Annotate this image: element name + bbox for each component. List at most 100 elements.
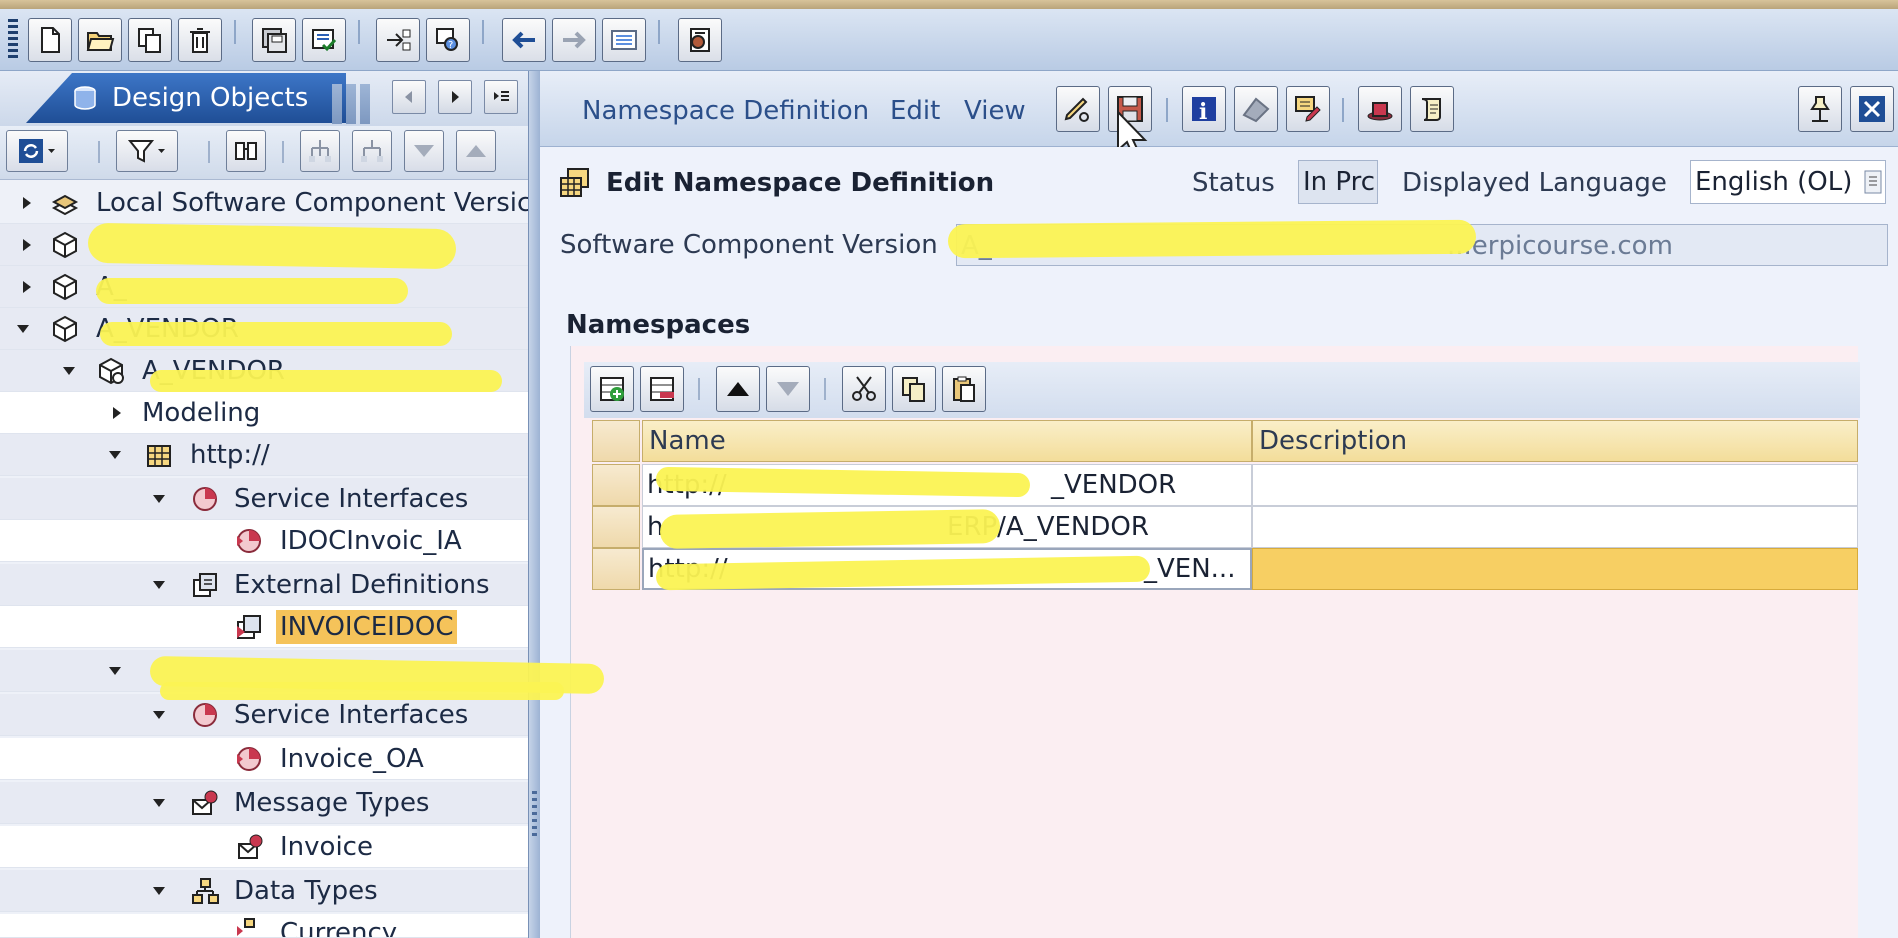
collapse-arrow-icon[interactable]	[152, 578, 166, 592]
tab-stub[interactable]	[346, 84, 356, 124]
collapse-arrow-icon[interactable]	[62, 364, 76, 378]
collapse-arrow-icon[interactable]	[16, 322, 30, 336]
tree-item-service-interfaces[interactable]: Service Interfaces	[0, 694, 528, 736]
tree-item-service-interfaces[interactable]: Service Interfaces	[0, 478, 528, 520]
tab-stub[interactable]	[360, 84, 370, 124]
copy-button[interactable]	[128, 18, 172, 62]
status-label: Status	[1192, 168, 1275, 198]
tab-stub[interactable]	[332, 84, 342, 124]
forward-button[interactable]	[552, 18, 596, 62]
collapse-arrow-icon[interactable]	[108, 664, 122, 678]
row-selector[interactable]	[592, 464, 640, 506]
collapse-arrow-icon[interactable]	[152, 708, 166, 722]
back-button[interactable]	[502, 18, 546, 62]
search-object-button[interactable]: ?	[426, 18, 470, 62]
filter-dropdown-button[interactable]	[116, 130, 178, 172]
tree-item-message-types[interactable]: Message Types	[0, 782, 528, 824]
cut-button[interactable]	[842, 366, 886, 412]
expand-arrow-icon[interactable]	[110, 406, 124, 420]
test-button[interactable]	[1358, 86, 1402, 132]
expand-arrow-icon[interactable]	[20, 280, 34, 294]
status-value: In Prc	[1303, 167, 1376, 197]
history-button[interactable]	[1410, 86, 1454, 132]
tree-item-label: Service Interfaces	[234, 699, 469, 730]
window-top-strip	[0, 0, 1898, 9]
navigate-button[interactable]	[376, 18, 420, 62]
tab-design-objects[interactable]: Design Objects	[26, 73, 346, 123]
check-button[interactable]	[302, 18, 346, 62]
tree-item-data-types[interactable]: Data Types	[0, 870, 528, 912]
displayed-language-select[interactable]: English (OL)	[1690, 160, 1886, 204]
delete-row-button[interactable]	[640, 366, 684, 412]
delete-button[interactable]	[178, 18, 222, 62]
open-folder-button[interactable]	[78, 18, 122, 62]
service-interface-outbound-icon	[237, 746, 261, 771]
menu-namespace-definition[interactable]: Namespace Definition	[582, 96, 869, 126]
menu-edit[interactable]: Edit	[890, 96, 940, 126]
edit-toggle-button[interactable]	[1056, 86, 1100, 132]
column-header-name[interactable]: Name	[642, 420, 1252, 462]
message-type-icon	[192, 790, 218, 815]
insert-row-button[interactable]	[590, 366, 634, 412]
menu-view[interactable]: View	[964, 96, 1026, 126]
collapse-arrow-icon[interactable]	[108, 448, 122, 462]
expand-arrow-icon[interactable]	[20, 238, 34, 252]
table-cell-description[interactable]	[1252, 464, 1858, 506]
tree-item-invoice-oa[interactable]: Invoice_OA	[0, 738, 528, 780]
tree-item-namespace[interactable]: http://	[0, 434, 528, 476]
list-button[interactable]	[602, 18, 646, 62]
expand-all-button[interactable]	[300, 130, 340, 172]
dropdown-icon[interactable]	[1863, 169, 1883, 195]
tab-list-button[interactable]	[484, 80, 518, 114]
settings-button[interactable]	[678, 18, 722, 62]
select-all-cell[interactable]	[592, 420, 640, 462]
panel-splitter[interactable]	[528, 71, 540, 938]
close-editor-button[interactable]	[1850, 86, 1894, 132]
info-icon: i	[1192, 97, 1216, 125]
move-row-up-button[interactable]	[716, 366, 760, 412]
tree-item-invoice[interactable]: Invoice	[0, 826, 528, 868]
table-cell-description-active[interactable]	[1252, 548, 1858, 590]
collapse-arrow-icon[interactable]	[152, 796, 166, 810]
table-cell-description[interactable]	[1252, 506, 1858, 548]
refresh-dropdown-button[interactable]	[6, 130, 68, 172]
toolbar-separator	[824, 378, 826, 400]
column-header-description-label: Description	[1259, 426, 1408, 456]
where-used-button[interactable]	[1286, 86, 1330, 132]
transport-button[interactable]	[1234, 86, 1278, 132]
tab-scroll-right-button[interactable]	[438, 80, 472, 114]
find-button[interactable]	[226, 130, 266, 172]
row-selector[interactable]	[592, 506, 640, 548]
info-button[interactable]: i	[1182, 86, 1226, 132]
tree-item-invoiceidoc[interactable]: INVOICEIDOC	[0, 606, 528, 648]
binoculars-icon	[235, 142, 257, 160]
scissors-icon	[852, 376, 876, 401]
pin-window-button[interactable]	[1798, 86, 1842, 132]
tree-item-local-software-component[interactable]: Local Software Component Versic	[0, 182, 528, 224]
expand-tree-icon	[309, 140, 331, 162]
tree-item-modeling[interactable]: Modeling	[0, 392, 528, 434]
move-up-button[interactable]	[456, 130, 496, 172]
copy-row-button[interactable]	[892, 366, 936, 412]
settings-icon	[690, 28, 710, 52]
tree-item-currency[interactable]: Currency	[0, 914, 528, 938]
tab-scroll-left-button[interactable]	[392, 80, 426, 114]
collapse-all-button[interactable]	[352, 130, 392, 172]
triangle-down-icon	[777, 382, 799, 396]
collapse-arrow-icon[interactable]	[152, 884, 166, 898]
column-header-description[interactable]: Description	[1252, 420, 1858, 462]
tree-item-idocinvoic-ia[interactable]: IDOCInvoic_IA	[0, 520, 528, 562]
expand-arrow-icon[interactable]	[20, 196, 34, 210]
tree-item-external-definitions[interactable]: External Definitions	[0, 564, 528, 606]
paste-button[interactable]	[942, 366, 986, 412]
new-document-button[interactable]	[28, 18, 72, 62]
row-selector[interactable]	[592, 548, 640, 590]
toolbar-grip[interactable]	[8, 19, 18, 59]
move-row-down-button[interactable]	[766, 366, 810, 412]
collapse-arrow-icon[interactable]	[152, 492, 166, 506]
tree-item-label: Invoice_OA	[280, 743, 424, 774]
redaction-mark	[87, 222, 457, 270]
save-all-button[interactable]	[252, 18, 296, 62]
cube-icon	[53, 231, 77, 258]
move-down-button[interactable]	[404, 130, 444, 172]
